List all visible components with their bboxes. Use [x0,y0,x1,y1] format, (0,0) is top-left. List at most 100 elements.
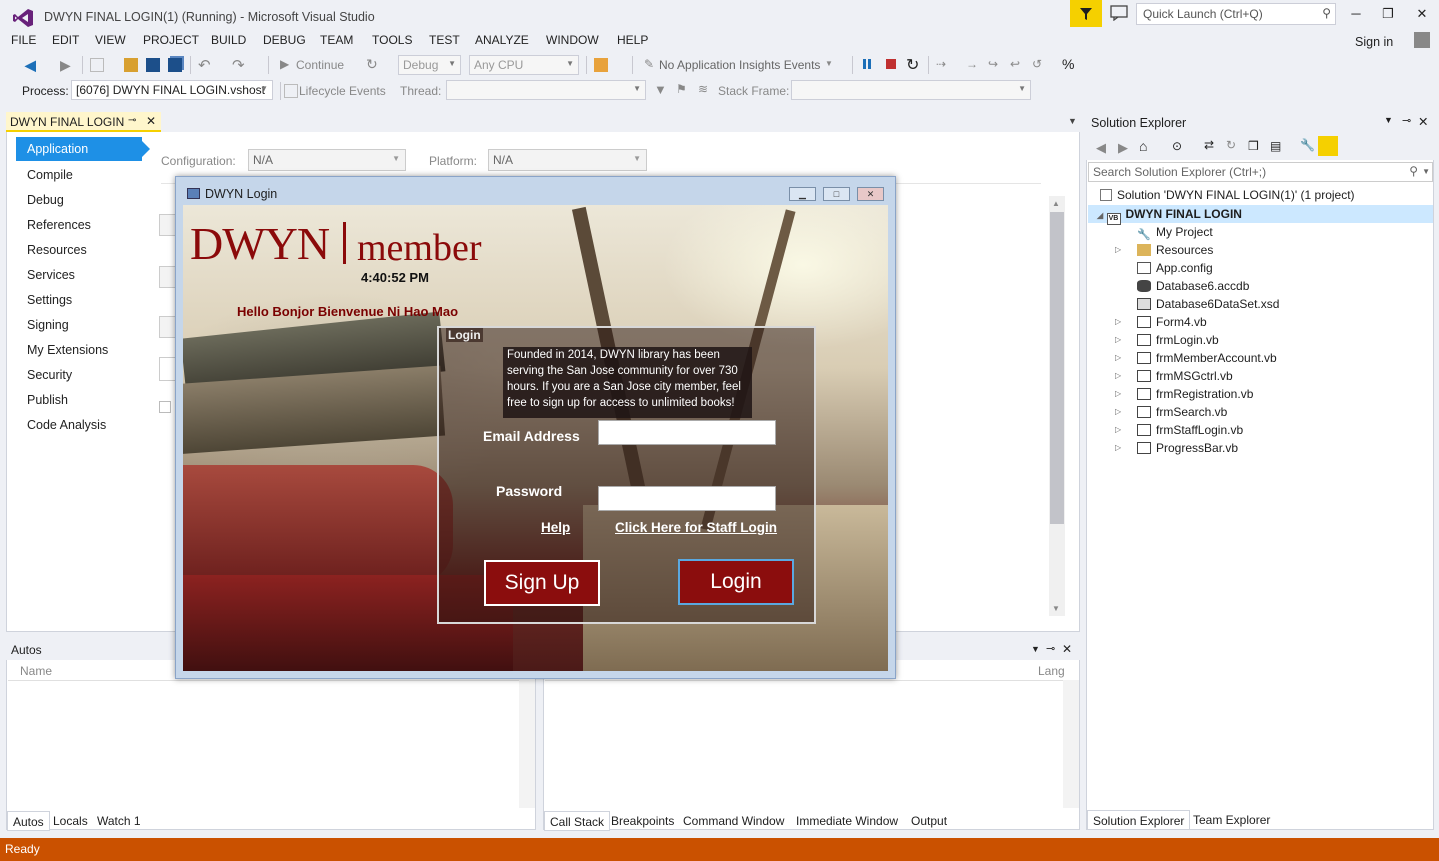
dialog-close-button[interactable]: ✕ [857,187,884,201]
menu-file[interactable]: FILE [11,33,36,47]
tab-call-stack[interactable]: Call Stack [544,811,611,831]
app-framework-checkbox[interactable] [159,401,171,413]
collapsed-arrow-icon[interactable]: ▷ [1115,389,1121,398]
tab-solution-explorer[interactable]: Solution Explorer [1087,810,1191,830]
stop-icon[interactable] [886,59,896,69]
menu-view[interactable]: VIEW [95,33,126,47]
redo-icon[interactable]: ↷ [232,56,245,74]
platform-combo-props[interactable]: N/A ▼ [488,149,647,171]
tree-item-progressbar[interactable]: ProgressBar.vb [1137,441,1238,459]
tree-item-dataset[interactable]: Database6DataSet.xsd [1137,297,1279,315]
chevron-down-icon[interactable]: ▼ [1422,167,1430,176]
tab-watch1[interactable]: Watch 1 [92,811,146,831]
pause-icon[interactable] [863,59,866,69]
chevron-down-icon[interactable]: ▼ [1384,115,1393,125]
tab-breakpoints[interactable]: Breakpoints [606,811,679,831]
tree-item-database[interactable]: Database6.accdb [1137,279,1249,297]
nav-compile[interactable]: Compile [27,168,73,182]
filter-icon[interactable]: ▼ [654,82,667,97]
solution-search-input[interactable]: Search Solution Explorer (Ctrl+;) ⚲ ▼ [1088,162,1433,182]
tab-team-explorer[interactable]: Team Explorer [1188,810,1275,830]
collapsed-arrow-icon[interactable]: ▷ [1115,317,1121,326]
staff-login-link[interactable]: Click Here for Staff Login [615,520,777,535]
refresh-icon[interactable]: ↻ [366,56,378,73]
tab-autos[interactable]: Autos [7,811,50,831]
password-field[interactable] [598,486,776,511]
tree-item-frmlogin[interactable]: frmLogin.vb [1137,333,1219,351]
pin-icon[interactable]: ⊸ [1046,642,1055,655]
email-field[interactable] [598,420,776,445]
nav-publish[interactable]: Publish [27,393,68,407]
project-node[interactable]: ◢ VB DWYN FINAL LOGIN [1097,207,1242,225]
tree-item-app-config[interactable]: App.config [1137,261,1213,279]
dialog-minimize-button[interactable]: ▁ [789,187,816,201]
tree-item-frmstafflogin[interactable]: frmStaffLogin.vb [1137,423,1243,441]
minimize-button[interactable]: ─ [1346,6,1366,22]
solution-node[interactable]: Solution 'DWYN FINAL LOGIN(1)' (1 projec… [1100,188,1355,206]
tree-item-frmmsgctrl[interactable]: frmMSGctrl.vb [1137,369,1233,387]
collapsed-arrow-icon[interactable]: ▷ [1115,371,1121,380]
autos-scrollbar[interactable] [519,680,535,808]
sign-in-link[interactable]: Sign in [1355,35,1393,49]
process-combo[interactable]: [6076] DWYN FINAL LOGIN.vshost ▼ [71,80,273,100]
user-avatar-icon[interactable] [1414,32,1430,48]
menu-test[interactable]: TEST [429,33,460,47]
scroll-up-icon[interactable]: ▲ [1052,199,1060,208]
pin-icon[interactable]: ⊸ [1402,114,1411,127]
nav-code-analysis[interactable]: Code Analysis [27,418,106,432]
nav-resources[interactable]: Resources [27,243,87,257]
tree-item-my-project[interactable]: 🔧 My Project [1137,225,1213,243]
tree-item-resources[interactable]: Resources [1137,243,1213,261]
document-tab[interactable]: DWYN FINAL LOGIN ⊸ ✕ [6,112,161,132]
collapsed-arrow-icon[interactable]: ▷ [1115,443,1121,452]
refresh-icon[interactable]: ↻ [1226,138,1236,152]
solution-config-combo[interactable]: Debug ▼ [398,55,461,75]
close-icon[interactable]: ✕ [1062,642,1072,656]
close-window-button[interactable]: ✕ [1412,6,1432,22]
show-next-statement-icon[interactable]: ⇢ [936,57,946,71]
nav-debug[interactable]: Debug [27,193,64,207]
new-project-icon[interactable] [90,58,104,72]
forward-icon[interactable]: ▶ [1118,140,1128,156]
close-tab-icon[interactable]: ✕ [146,114,156,128]
quick-launch-input[interactable]: Quick Launch (Ctrl+Q) ⚲ [1136,3,1336,25]
restore-button[interactable]: ❐ [1378,6,1398,22]
scroll-thumb[interactable] [1050,212,1064,524]
tab-immediate-window[interactable]: Immediate Window [791,811,903,831]
back-icon[interactable]: ◀ [1096,140,1106,156]
home-icon[interactable]: ⌂ [1139,138,1147,154]
step-into-icon[interactable]: → [966,57,978,71]
step-out-icon[interactable]: ↩ [1010,57,1020,71]
nav-application[interactable]: Application [16,137,150,161]
menu-team[interactable]: TEAM [320,33,353,47]
menu-build[interactable]: BUILD [211,33,246,47]
collapsed-arrow-icon[interactable]: ▷ [1115,407,1121,416]
menu-help[interactable]: HELP [617,33,648,47]
navigate-forward-icon[interactable]: ▶ [60,57,71,74]
nav-references[interactable]: References [27,218,91,232]
undo-icon[interactable]: ↶ [198,56,211,74]
nav-settings[interactable]: Settings [27,293,72,307]
collapsed-arrow-icon[interactable]: ▷ [1115,335,1121,344]
properties-wrench-icon[interactable]: 🔧 [1300,138,1315,152]
pending-changes-icon[interactable]: ⊙ [1172,139,1182,153]
nav-security[interactable]: Security [27,368,72,382]
help-link[interactable]: Help [541,520,570,535]
find-in-files-icon[interactable] [594,58,608,72]
tree-item-frmmemberaccount[interactable]: frmMemberAccount.vb [1137,351,1277,369]
pin-icon[interactable]: ⊸ [128,115,136,126]
navigate-back-icon[interactable]: ◀ [25,57,36,74]
collapsed-arrow-icon[interactable]: ▷ [1115,353,1121,362]
nav-signing[interactable]: Signing [27,318,69,332]
collapsed-arrow-icon[interactable]: ▷ [1115,245,1121,254]
menu-project[interactable]: PROJECT [143,33,199,47]
restart-icon[interactable]: ↻ [906,55,919,75]
collapsed-arrow-icon[interactable]: ▷ [1115,425,1121,434]
continue-button[interactable]: Continue [296,58,344,72]
save-icon[interactable] [146,58,160,72]
collapse-all-icon[interactable]: ❒ [1248,139,1259,153]
hex-display-icon[interactable]: % [1062,56,1074,72]
login-button[interactable]: Login [678,559,794,605]
close-icon[interactable]: ✕ [1418,114,1428,129]
preview-toggle-icon[interactable] [1318,136,1338,156]
